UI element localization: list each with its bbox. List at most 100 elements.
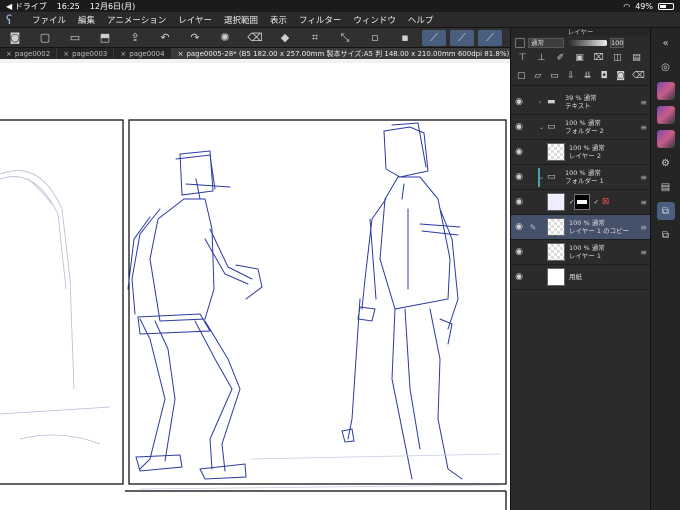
menu-layer[interactable]: レイヤー bbox=[178, 14, 212, 26]
invert-selection-icon[interactable]: ▪ bbox=[396, 30, 414, 46]
layer-color-icon[interactable] bbox=[515, 38, 525, 48]
crop-icon[interactable]: ⌗ bbox=[306, 30, 324, 46]
save-icon[interactable]: ⬒ bbox=[96, 30, 114, 46]
layer-row-layer-2[interactable]: ◉ 100 % 通常 レイヤー 2 bbox=[511, 140, 651, 165]
tab-page0003[interactable]: × page0003 bbox=[57, 48, 115, 59]
drawing-canvas[interactable] bbox=[0, 59, 510, 510]
fill-icon[interactable]: ◆ bbox=[276, 30, 294, 46]
tool-property-icon[interactable]: ⚙ bbox=[657, 154, 675, 172]
layer-mask-thumbnail[interactable] bbox=[574, 194, 591, 210]
draft-layer-icon[interactable]: ✐ bbox=[555, 53, 566, 64]
menu-help[interactable]: ヘルプ bbox=[408, 14, 434, 26]
layer-row-layer-1[interactable]: ◉ 100 % 通常 レイヤー 1 ≡ bbox=[511, 240, 651, 265]
clip-to-layer-icon[interactable]: ⊤ bbox=[517, 53, 528, 64]
blend-mode-select[interactable]: 通常 bbox=[528, 38, 564, 48]
close-panel-icon[interactable]: « bbox=[657, 34, 675, 52]
opacity-slider[interactable] bbox=[567, 40, 607, 46]
layer-menu-icon[interactable]: ≡ bbox=[640, 248, 647, 257]
layer-property-icon[interactable]: ⧉ bbox=[657, 226, 675, 244]
new-vector-layer-icon[interactable]: ▱ bbox=[534, 70, 543, 81]
menu-selection[interactable]: 選択範囲 bbox=[224, 14, 258, 26]
lock-layer-icon[interactable]: ⌧ bbox=[593, 53, 604, 64]
mask-disabled-icon[interactable]: ⊠ bbox=[602, 197, 610, 207]
menu-file[interactable]: ファイル bbox=[32, 14, 66, 26]
layer-row-masked[interactable]: ◉ ✓ ✓ ⊠ ≡ bbox=[511, 190, 651, 215]
clip-studio-logo-icon[interactable]: ʕ bbox=[6, 13, 20, 27]
menu-filter[interactable]: フィルター bbox=[299, 14, 341, 26]
layer-row-layer-1-copy[interactable]: ◉ ✎ 100 % 通常 レイヤー 1 のコピー ≡ bbox=[511, 215, 651, 240]
create-mask-icon[interactable]: ◘ bbox=[600, 70, 609, 81]
layer-tool-row-2: ▢ ▱ ▭ ⇩ ⇊ ◘ ◙ ⌫ bbox=[511, 66, 650, 86]
visibility-eye-icon[interactable]: ◉ bbox=[511, 222, 527, 232]
apply-mask-icon[interactable]: ◙ bbox=[616, 70, 625, 81]
close-icon[interactable]: × bbox=[6, 50, 12, 58]
collapse-arrow-icon[interactable]: ⌄ bbox=[539, 124, 547, 131]
new-raster-layer-icon[interactable]: ▢ bbox=[517, 70, 526, 81]
menu-view[interactable]: 表示 bbox=[270, 14, 287, 26]
layer-row-folder-2[interactable]: ◉ ⌄ ▭ 100 % 通常 フォルダー 2 ≡ bbox=[511, 115, 651, 140]
layer-name: レイヤー 2 bbox=[569, 152, 602, 160]
layer-menu-icon[interactable]: ≡ bbox=[640, 98, 647, 107]
clear-icon[interactable]: ⌫ bbox=[246, 30, 264, 46]
layer-menu-icon[interactable]: ≡ bbox=[640, 173, 647, 182]
tab-label: page0004 bbox=[129, 49, 165, 58]
deselect-icon[interactable]: ▫ bbox=[366, 30, 384, 46]
material-thumb-1[interactable] bbox=[656, 82, 675, 100]
back-to-drive-link[interactable]: ◀ ドライブ bbox=[6, 1, 47, 12]
layer-menu-icon[interactable]: ≡ bbox=[640, 123, 647, 132]
stabilizer-3-icon[interactable]: ⟋ bbox=[478, 29, 502, 46]
lock-transparent-icon[interactable]: ▣ bbox=[574, 53, 585, 64]
brush-size-icon[interactable]: ▤ bbox=[657, 178, 675, 196]
close-icon[interactable]: × bbox=[63, 50, 69, 58]
merge-down-icon[interactable]: ⇊ bbox=[583, 70, 592, 81]
delete-layer-icon[interactable]: ⌫ bbox=[632, 70, 645, 81]
tab-label: page0002 bbox=[14, 49, 51, 58]
menu-window[interactable]: ウィンドウ bbox=[353, 14, 396, 26]
visibility-eye-icon[interactable]: ◉ bbox=[511, 197, 527, 207]
visibility-eye-icon[interactable]: ◉ bbox=[511, 247, 527, 257]
visibility-eye-icon[interactable]: ◉ bbox=[511, 97, 527, 107]
layer-row-text[interactable]: ◉ › ▬ 39 % 通常 テキスト ≡ bbox=[511, 90, 651, 115]
clip-studio-icon[interactable]: ◙ bbox=[6, 30, 24, 46]
stabilizer-2-icon[interactable]: ⟋ bbox=[450, 29, 474, 46]
loading-icon[interactable]: ✺ bbox=[216, 30, 234, 46]
tab-page0004[interactable]: × page0004 bbox=[114, 48, 172, 59]
transfer-down-icon[interactable]: ⇩ bbox=[567, 70, 576, 81]
layer-palette-icon[interactable]: ⧉ bbox=[656, 202, 675, 220]
material-thumb-3[interactable] bbox=[656, 130, 675, 148]
collapse-arrow-icon[interactable]: ⌄ bbox=[539, 174, 547, 181]
menu-animation[interactable]: アニメーション bbox=[107, 14, 166, 26]
expand-arrow-icon[interactable]: › bbox=[539, 99, 547, 106]
visibility-eye-icon[interactable]: ◉ bbox=[511, 272, 527, 282]
redo-icon[interactable]: ↷ bbox=[186, 30, 204, 46]
mask-enable-icon[interactable]: ◫ bbox=[612, 53, 623, 64]
tab-page0002[interactable]: × page0002 bbox=[0, 48, 58, 59]
clipping-indicator bbox=[538, 168, 540, 187]
open-folder-icon[interactable]: ▭ bbox=[66, 30, 84, 46]
menu-edit[interactable]: 編集 bbox=[78, 14, 95, 26]
transform-icon[interactable]: ⤡ bbox=[336, 30, 354, 46]
reference-layer-icon[interactable]: ⊥ bbox=[536, 53, 547, 64]
export-icon[interactable]: ⇪ bbox=[126, 30, 144, 46]
navigator-icon[interactable]: ◎ bbox=[657, 58, 675, 76]
layer-menu-icon[interactable]: ≡ bbox=[640, 223, 647, 232]
visibility-eye-icon[interactable]: ◉ bbox=[511, 122, 527, 132]
stabilizer-1-icon[interactable]: ⟋ bbox=[422, 29, 446, 46]
ruler-icon[interactable]: ▤ bbox=[631, 53, 642, 64]
close-icon[interactable]: × bbox=[120, 50, 126, 58]
tab-page0005[interactable]: × page0005-28* (B5 182.00 x 257.00mm 製本サイ… bbox=[171, 48, 510, 59]
close-icon[interactable]: × bbox=[178, 50, 184, 58]
tab-label: page0005-28* (B5 182.00 x 257.00mm 製本サイズ… bbox=[186, 49, 510, 58]
layer-opacity-mode: 39 % 通常 bbox=[565, 94, 597, 102]
material-thumb-2[interactable] bbox=[656, 106, 675, 124]
layer-menu-icon[interactable]: ≡ bbox=[640, 198, 647, 207]
layer-row-folder-1[interactable]: ◉ ⌄ ▭ 100 % 通常 フォルダー 1 ≡ bbox=[511, 165, 651, 190]
visibility-eye-icon[interactable]: ◉ bbox=[511, 172, 527, 182]
visibility-eye-icon[interactable]: ◉ bbox=[511, 147, 527, 157]
wifi-icon: ◠ bbox=[623, 1, 631, 11]
new-canvas-icon[interactable]: ▢ bbox=[36, 30, 54, 46]
new-folder-icon[interactable]: ▭ bbox=[550, 70, 559, 81]
undo-icon[interactable]: ↶ bbox=[156, 30, 174, 46]
opacity-value[interactable]: 100 bbox=[610, 38, 624, 48]
layer-row-paper[interactable]: ◉ 用紙 bbox=[511, 265, 651, 290]
